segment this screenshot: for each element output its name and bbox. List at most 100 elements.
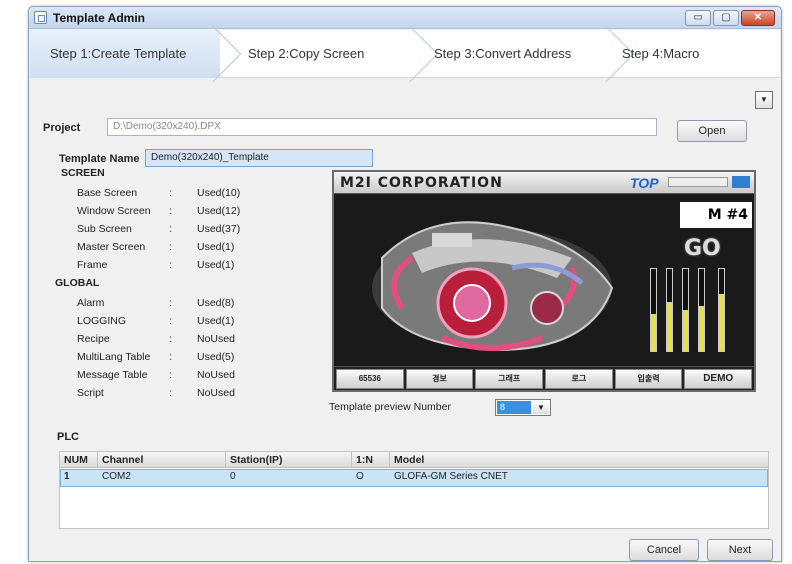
info-value: NoUsed (197, 369, 235, 381)
chevron-down-icon: ▼ (533, 401, 549, 414)
step-label: Step 4:Macro (622, 46, 700, 61)
global-section-title: GLOBAL (55, 277, 100, 289)
preview-company: M2I CORPORATION (340, 175, 503, 191)
template-preview: M2I CORPORATION TOP M #4 GO 65536 경보 그래프… (332, 170, 756, 392)
cancel-button[interactable]: Cancel (629, 539, 699, 561)
column-header-ratio[interactable]: 1:N (352, 452, 390, 468)
info-sep: : (169, 187, 172, 199)
info-value: Used(1) (197, 241, 235, 253)
info-sep: : (169, 205, 172, 217)
gauge-fill (651, 314, 656, 351)
info-name: Sub Screen (77, 223, 132, 235)
info-sep: : (169, 369, 172, 381)
info-value: Used(1) (197, 315, 235, 327)
info-sep: : (169, 333, 172, 345)
info-name: Alarm (77, 297, 105, 309)
window-title: Template Admin (53, 11, 146, 25)
info-name: Base Screen (77, 187, 138, 199)
info-sep: : (169, 351, 172, 363)
info-sep: : (169, 223, 172, 235)
step-label: Step 1:Create Template (50, 46, 187, 61)
preview-header: M2I CORPORATION TOP (334, 172, 754, 194)
info-row: Window Screen: Used(12) (61, 205, 321, 223)
info-row: Alarm: Used(8) (61, 297, 321, 315)
open-button[interactable]: Open (677, 120, 747, 142)
info-row: Sub Screen: Used(37) (61, 223, 321, 241)
collapse-icon[interactable]: ▼ (755, 91, 773, 109)
preview-log-button: 로그 (545, 369, 613, 389)
step-label: Step 3:Convert Address (434, 46, 572, 61)
step-macro[interactable]: Step 4:Macro (622, 30, 699, 78)
title-bar: Template Admin ▭ ▢ ✕ (29, 7, 781, 29)
project-path-field[interactable]: D:\Demo(320x240).DPX (107, 118, 657, 136)
gauge-bar (698, 268, 705, 352)
step-label: Step 2:Copy Screen (248, 46, 365, 61)
info-sep: : (169, 387, 172, 399)
column-header-channel[interactable]: Channel (98, 452, 226, 468)
step-copy-screen[interactable]: Step 2:Copy Screen (248, 30, 364, 78)
template-admin-window: Template Admin ▭ ▢ ✕ Step 1:Create Templ… (28, 6, 782, 562)
info-value: Used(12) (197, 205, 241, 217)
plc-table: NUM Channel Station(IP) 1:N Model 1 COM2… (59, 451, 769, 529)
preview-demo-button: DEMO (684, 369, 753, 389)
preview-number-label: Template preview Number (329, 401, 451, 413)
step-convert-address[interactable]: Step 3:Convert Address (434, 30, 571, 78)
info-value: Used(5) (197, 351, 235, 363)
gauge-bar (666, 268, 673, 352)
maximize-button[interactable]: ▢ (713, 10, 739, 26)
info-value: Used(10) (197, 187, 241, 199)
info-row: Recipe: NoUsed (61, 333, 321, 351)
preview-io-button: 입출력 (614, 369, 683, 389)
info-value: Used(8) (197, 297, 235, 309)
info-sep: : (169, 259, 172, 271)
info-name: Frame (77, 259, 108, 271)
info-sep: : (169, 315, 172, 327)
preview-header-strip (668, 177, 728, 187)
wizard-steps: Step 1:Create Template Step 2:Copy Scree… (30, 25, 780, 83)
preview-button-bar: 65536 경보 그래프 로그 입출력 DEMO (334, 366, 754, 390)
column-header-num[interactable]: NUM (60, 452, 98, 468)
close-button[interactable]: ✕ (741, 10, 775, 26)
cell-model: GLOFA-GM Series CNET (394, 471, 508, 482)
template-name-field[interactable]: Demo(320x240)_Template (145, 149, 373, 167)
top-logo: TOP (630, 175, 659, 191)
gauge-bar (682, 268, 689, 352)
info-value: Used(37) (197, 223, 241, 235)
template-name-label: Template Name (59, 153, 140, 165)
screen-section-title: SCREEN (61, 167, 105, 179)
preview-number-value: 8 (497, 401, 531, 414)
info-name: Message Table (77, 369, 148, 381)
app-icon (34, 11, 47, 24)
plc-section-title: PLC (57, 431, 79, 443)
preview-number-select[interactable]: 8 ▼ (495, 399, 551, 416)
info-name: LOGGING (77, 315, 127, 327)
gauge-fill (683, 310, 688, 351)
preview-counter-button: 65536 (336, 369, 404, 389)
preview-alarm-button: 경보 (405, 369, 474, 389)
project-label: Project (43, 122, 81, 134)
next-button[interactable]: Next (707, 539, 773, 561)
cell-station: 0 (230, 471, 236, 482)
info-name: Master Screen (77, 241, 146, 253)
go-indicator: GO (684, 236, 721, 261)
machine-number: M #4 (680, 202, 752, 228)
gauge-bar (650, 268, 657, 352)
gauge-bar (718, 268, 725, 352)
info-value: NoUsed (197, 387, 235, 399)
cell-ratio: O (356, 471, 364, 482)
minimize-button[interactable]: ▭ (685, 10, 711, 26)
info-row: MultiLang Table: Used(5) (61, 351, 321, 369)
step-separator (381, 25, 439, 83)
preview-header-indicator (732, 176, 750, 188)
info-name: Window Screen (77, 205, 151, 217)
info-row: Base Screen: Used(10) (61, 187, 321, 205)
info-row: Master Screen: Used(1) (61, 241, 321, 259)
cell-channel: COM2 (102, 471, 131, 482)
info-sep: : (169, 297, 172, 309)
column-header-model[interactable]: Model (390, 452, 768, 468)
info-sep: : (169, 241, 172, 253)
preview-graph-button: 그래프 (475, 369, 544, 389)
cell-num: 1 (64, 471, 70, 482)
column-header-station[interactable]: Station(IP) (226, 452, 352, 468)
info-value: NoUsed (197, 333, 235, 345)
